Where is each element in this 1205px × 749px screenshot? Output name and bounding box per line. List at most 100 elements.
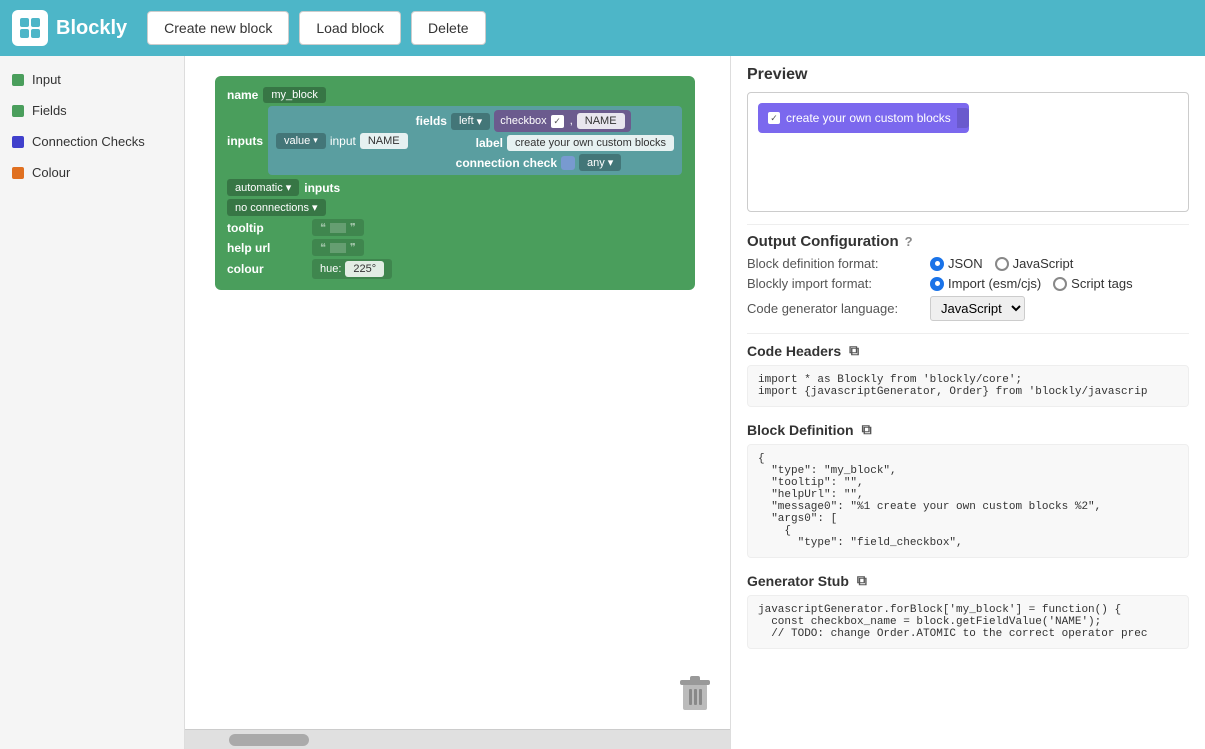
block-definition-title: Block Definition — [747, 422, 854, 438]
format-radio-group: JSON JavaScript — [930, 256, 1073, 271]
code-gen-select[interactable]: JavaScript Python PHP Lua Dart — [930, 296, 1025, 321]
any-dropdown[interactable]: any ▾ — [579, 154, 621, 171]
hscroll-thumb[interactable] — [229, 734, 309, 746]
name-field-value[interactable]: NAME — [577, 113, 625, 129]
tooltip-value[interactable]: ❝ ❞ — [312, 219, 364, 236]
left-dropdown-arrow: ▾ — [477, 115, 483, 128]
code-headers-title: Code Headers — [747, 343, 841, 359]
connection-check-row: connection check any ▾ — [456, 154, 674, 171]
block-container: name my_block inputs value ▾ input NAM — [215, 76, 695, 290]
no-connections-arrow: ▾ — [312, 201, 318, 214]
comma-separator: , — [570, 115, 573, 127]
inputs-label2: inputs — [304, 181, 340, 195]
checkbox-check[interactable]: ✓ — [551, 115, 564, 128]
import-radio-group: Import (esm/cjs) Script tags — [930, 276, 1133, 291]
fields-label: fields — [416, 114, 447, 128]
value-input-block[interactable]: value ▾ input NAME fields left — [268, 106, 682, 175]
fields-color-dot — [12, 105, 24, 117]
colour-value[interactable]: hue: 225° — [312, 259, 392, 279]
canvas-area[interactable]: name my_block inputs value ▾ input NAM — [185, 56, 730, 749]
sidebar-item-connection-checks[interactable]: Connection Checks — [0, 126, 184, 157]
preview-box: ✓ create your own custom blocks — [747, 92, 1189, 212]
import-script-radio[interactable] — [1053, 277, 1067, 291]
row-no-connections: no connections ▾ — [227, 199, 683, 216]
load-block-button[interactable]: Load block — [299, 11, 401, 45]
header: Blockly Create new block Load block Dele… — [0, 0, 1205, 56]
generator-stub-copy-icon[interactable]: ⧉ — [857, 572, 867, 589]
right-panel: Preview ✓ create your own custom blocks … — [730, 56, 1205, 749]
format-js-radio[interactable] — [995, 257, 1009, 271]
import-esm-option[interactable]: Import (esm/cjs) — [930, 276, 1041, 291]
import-script-label: Script tags — [1071, 276, 1132, 291]
trash-icon[interactable] — [680, 676, 710, 719]
delete-button[interactable]: Delete — [411, 11, 485, 45]
format-js-option[interactable]: JavaScript — [995, 256, 1074, 271]
quote-close-icon: ❞ — [350, 221, 356, 234]
label-value[interactable]: create your own custom blocks — [507, 135, 674, 151]
input-text: input — [330, 134, 356, 148]
divider-1 — [747, 224, 1189, 225]
tooltip-text — [330, 223, 346, 233]
sidebar-item-colour[interactable]: Colour — [0, 157, 184, 188]
left-dropdown[interactable]: left ▾ — [451, 113, 490, 130]
any-dropdown-arrow: ▾ — [608, 156, 614, 169]
value-dropdown[interactable]: value ▾ — [276, 133, 326, 149]
format-js-label: JavaScript — [1013, 256, 1074, 271]
no-connections-dropdown[interactable]: no connections ▾ — [227, 199, 326, 216]
sidebar-label-input: Input — [32, 72, 61, 87]
block-definition-section: Block Definition ⧉ { "type": "my_block",… — [747, 421, 1189, 558]
row-colour: colour hue: 225° — [227, 259, 683, 279]
row-help-url: help url ❝ ❞ — [227, 239, 683, 256]
divider-2 — [747, 333, 1189, 334]
checkbox-block[interactable]: checkbox ✓ , NAME — [494, 110, 630, 132]
canvas-scrollable: name my_block inputs value ▾ input NAM — [185, 56, 730, 729]
name-input-value[interactable]: NAME — [360, 133, 408, 149]
output-config-section: Output Configuration ? Block definition … — [747, 233, 1189, 321]
output-config-help-icon[interactable]: ? — [905, 234, 913, 249]
tooltip-label: tooltip — [227, 221, 307, 235]
quote-open-icon: ❝ — [320, 221, 326, 234]
label-text: label — [476, 136, 503, 150]
main-block[interactable]: name my_block inputs value ▾ input NAM — [215, 76, 695, 290]
main-layout: Input Fields Connection Checks Colour na… — [0, 56, 1205, 749]
colour-label: colour — [227, 262, 307, 276]
connection-checks-color-dot — [12, 136, 24, 148]
format-json-option[interactable]: JSON — [930, 256, 983, 271]
input-color-dot — [12, 74, 24, 86]
row-inputs: inputs value ▾ input NAME fiel — [227, 106, 683, 175]
code-gen-label: Code generator language: — [747, 301, 922, 316]
canvas-horizontal-scrollbar[interactable] — [185, 729, 730, 749]
help-url-label: help url — [227, 241, 307, 255]
hue-label: hue: — [320, 263, 341, 275]
generator-stub-title: Generator Stub — [747, 573, 849, 589]
automatic-dropdown[interactable]: automatic ▾ — [227, 179, 299, 196]
preview-checkbox: ✓ — [768, 112, 780, 124]
block-definition-copy-icon[interactable]: ⧉ — [862, 421, 872, 438]
create-new-block-button[interactable]: Create new block — [147, 11, 289, 45]
name-value-pill[interactable]: my_block — [263, 87, 325, 103]
generator-stub-content: javascriptGenerator.forBlock['my_block']… — [747, 595, 1189, 649]
code-headers-copy-icon[interactable]: ⧉ — [849, 342, 859, 359]
hue-value[interactable]: 225° — [345, 261, 384, 277]
import-esm-radio[interactable] — [930, 277, 944, 291]
checkbox-label: checkbox — [500, 115, 546, 127]
connection-check-icon — [561, 156, 575, 170]
generator-stub-section: Generator Stub ⧉ javascriptGenerator.for… — [747, 572, 1189, 649]
code-headers-content: import * as Blockly from 'blockly/core';… — [747, 365, 1189, 407]
fields-container: fields left ▾ checkbox ✓ , — [416, 110, 674, 171]
format-json-radio[interactable] — [930, 257, 944, 271]
logo-area: Blockly — [12, 10, 127, 46]
sidebar: Input Fields Connection Checks Colour — [0, 56, 185, 749]
help-quote-close: ❞ — [350, 241, 356, 254]
row-name: name my_block — [227, 87, 683, 103]
import-script-option[interactable]: Script tags — [1053, 276, 1132, 291]
row-automatic: automatic ▾ inputs — [227, 179, 683, 196]
sidebar-item-fields[interactable]: Fields — [0, 95, 184, 126]
help-url-value[interactable]: ❝ ❞ — [312, 239, 364, 256]
sidebar-item-input[interactable]: Input — [0, 64, 184, 95]
colour-color-dot — [12, 167, 24, 179]
automatic-dropdown-arrow: ▾ — [286, 181, 292, 194]
help-quote-open: ❝ — [320, 241, 326, 254]
format-json-label: JSON — [948, 256, 983, 271]
sidebar-label-colour: Colour — [32, 165, 70, 180]
